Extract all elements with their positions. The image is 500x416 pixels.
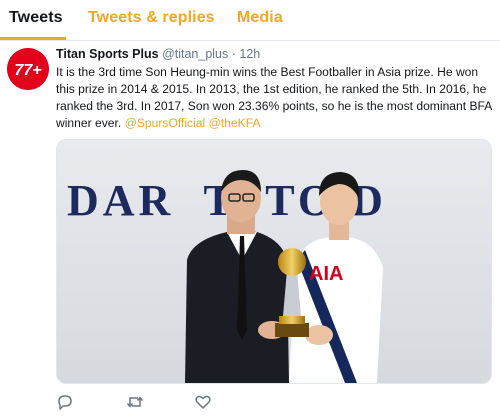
mention-thekfa[interactable]: @theKFA <box>209 116 261 130</box>
avatar[interactable]: 77+ <box>7 48 49 90</box>
avatar-logo-text: 77+ <box>14 62 41 79</box>
header-separator: · <box>231 47 236 61</box>
tab-tweets-and-replies[interactable]: Tweets & replies <box>88 9 215 27</box>
reply-icon[interactable] <box>56 393 74 411</box>
author-name[interactable]: Titan Sports Plus <box>56 47 159 61</box>
retweet-icon[interactable] <box>126 393 144 411</box>
like-icon[interactable] <box>194 393 212 411</box>
tweet-timestamp[interactable]: 12h <box>239 47 260 61</box>
tab-tweets[interactable]: Tweets <box>9 9 63 27</box>
tweet-actions <box>56 393 356 413</box>
tweet[interactable]: 77+ Titan Sports Plus @titan_plus · 12h … <box>0 41 500 414</box>
tab-media[interactable]: Media <box>237 9 283 27</box>
shirt-sponsor: AIA <box>309 263 343 285</box>
tweet-text: It is the 3rd time Son Heung-min wins th… <box>56 64 492 132</box>
active-tab-indicator <box>0 37 66 40</box>
tweet-body: It is the 3rd time Son Heung-min wins th… <box>56 65 492 130</box>
tweet-header: Titan Sports Plus @titan_plus · 12h <box>56 47 260 61</box>
author-handle[interactable]: @titan_plus <box>162 47 228 61</box>
tweet-photo[interactable]: DAR T TO D AIA <box>56 139 492 384</box>
profile-tabs: Tweets Tweets & replies Media <box>0 0 500 41</box>
mention-spursofficial[interactable]: @SpursOfficial <box>125 116 206 130</box>
